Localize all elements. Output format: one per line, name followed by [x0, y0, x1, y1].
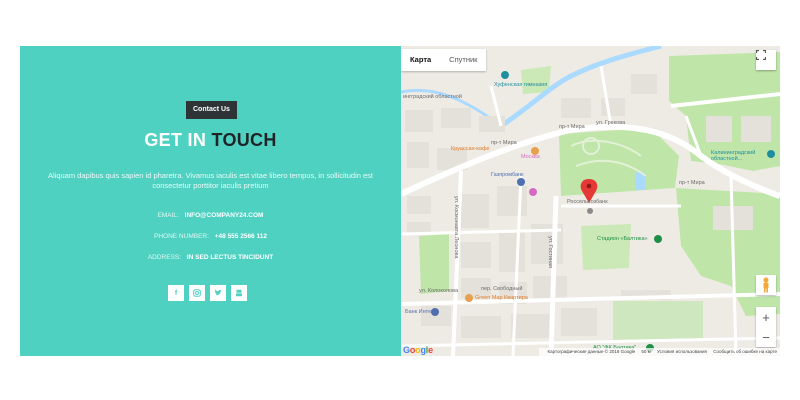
- report-error-link[interactable]: Сообщить об ошибке на карте: [713, 349, 777, 354]
- map-widget[interactable]: Хуфенская гимназия ингградский областной…: [401, 46, 780, 356]
- label-pr-mira-2: пр-т Мира: [559, 124, 585, 130]
- contact-description: Aliquam dapibus quis sapien id pharetra.…: [47, 171, 374, 190]
- fullscreen-button[interactable]: [756, 50, 776, 70]
- map-attribution: Картографические данные © 2018 Google: [547, 349, 636, 354]
- email-value[interactable]: INFO@COMPANY24.COM: [185, 212, 264, 219]
- zoom-out-button[interactable]: −: [756, 327, 776, 347]
- twitter-icon[interactable]: [210, 285, 226, 301]
- poi-kaliningrad-region[interactable]: Калининградский областной...: [711, 150, 771, 162]
- email-label: EMAIL:: [157, 212, 179, 219]
- contact-title: GET IN TOUCH: [20, 130, 401, 151]
- title-part-2: TOUCH: [211, 130, 277, 150]
- address-label: ADDRESS:: [147, 254, 182, 261]
- google-logo[interactable]: Google: [403, 345, 433, 355]
- street-view-pegman[interactable]: [756, 275, 776, 295]
- phone-label: PHONE NUMBER:: [154, 233, 209, 240]
- address-value: IN SED LECTUS TINCIDUNT: [186, 254, 274, 261]
- label-ul-gostinaya: ул. Гостиная: [547, 236, 553, 268]
- zoom-controls: + −: [756, 307, 776, 347]
- zoom-in-button[interactable]: +: [756, 307, 776, 327]
- poi-gazprombank[interactable]: Газпромбанк: [491, 172, 524, 178]
- youtube-icon[interactable]: [231, 285, 247, 301]
- poi-krussancafe[interactable]: Круассан-кафе: [451, 146, 490, 152]
- address-row: ADDRESS: IN SED LECTUS TINCIDUNT: [20, 254, 401, 261]
- poi-bank-intesa[interactable]: Банк Интеза: [405, 309, 437, 315]
- tab-map[interactable]: Карта: [401, 49, 440, 71]
- label-per-svobodny: пер. Свободный: [481, 286, 523, 292]
- poi-moskva[interactable]: Москва: [521, 154, 540, 160]
- terms-link[interactable]: Условия использования: [657, 349, 707, 354]
- poi-gymnasium[interactable]: Хуфенская гимназия: [494, 82, 547, 88]
- label-pr-mira-3: пр-т Мира: [679, 180, 705, 186]
- fullscreen-icon: [756, 50, 766, 60]
- map-type-tabs: Карта Спутник: [401, 49, 487, 71]
- contact-panel: Contact Us GET IN TOUCH Aliquam dapibus …: [20, 46, 401, 356]
- poi-rosselkhozbank[interactable]: Россельхозбанк: [567, 199, 608, 205]
- poi-stadium[interactable]: Стадион «Балтика»: [597, 236, 648, 242]
- title-part-1: GET IN: [144, 130, 207, 150]
- instagram-icon[interactable]: [189, 285, 205, 301]
- label-ul-kosmonavta: ул. Космонавта Леонова: [453, 196, 459, 259]
- poi-greenmap[interactable]: Green Map Квартира: [475, 295, 528, 301]
- facebook-icon[interactable]: f: [168, 285, 184, 301]
- map-attribution-bar: Картографические данные © 2018 Google 50…: [539, 348, 780, 356]
- phone-value[interactable]: +48 555 2566 112: [215, 233, 267, 240]
- contact-us-badge: Contact Us: [186, 101, 237, 119]
- tab-satellite[interactable]: Спутник: [440, 49, 486, 71]
- label-pr-mira-1: пр-т Мира: [491, 140, 517, 146]
- phone-row: PHONE NUMBER: +48 555 2566 112: [20, 233, 401, 240]
- map-scale[interactable]: 50 м: [641, 349, 650, 354]
- pegman-icon: [763, 277, 769, 293]
- label-kaliningrad-left: ингградский областной: [403, 94, 462, 100]
- email-row: EMAIL: INFO@COMPANY24.COM: [20, 212, 401, 219]
- social-links: f: [168, 285, 247, 301]
- label-ul-kolokoltsova: ул. Колоколова: [419, 288, 459, 294]
- label-ul-grekova: ул. Грекова: [596, 120, 626, 126]
